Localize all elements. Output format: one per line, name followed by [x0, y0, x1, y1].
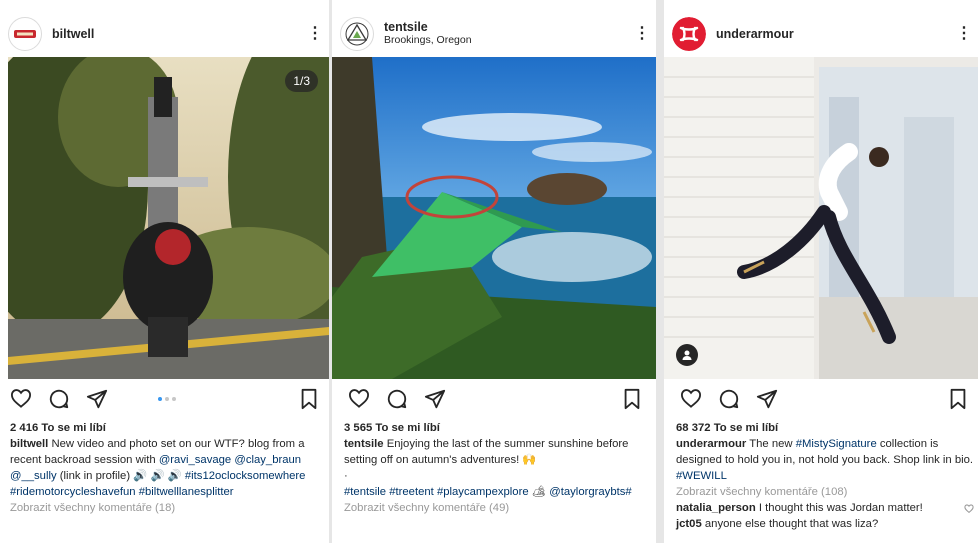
like-count[interactable]: 3 565 To se mi líbí: [344, 420, 648, 436]
view-all-comments-link[interactable]: Zobrazit všechny komentáře (108): [676, 484, 974, 500]
like-count[interactable]: 2 416 To se mi líbí: [10, 420, 321, 436]
caption-text: The new: [749, 438, 793, 450]
post-tentsile: tentsile Brookings, Oregon ⋮ 3 565 To se…: [332, 0, 656, 543]
caption-hashtags: #tentsile #treetent #playcampexplore 🏕 @…: [344, 484, 648, 500]
post-header: underarmour ⋮: [672, 14, 972, 54]
post-image[interactable]: 1/3: [8, 57, 329, 379]
share-icon[interactable]: [424, 388, 446, 415]
comment-item: natalia_person I thought this was Jordan…: [676, 500, 974, 516]
bookmark-icon[interactable]: [299, 388, 319, 415]
username[interactable]: underarmour: [716, 27, 956, 41]
location-link[interactable]: Brookings, Oregon: [384, 34, 634, 47]
more-icon[interactable]: ⋮: [307, 26, 323, 42]
comment-icon[interactable]: [386, 388, 408, 415]
emoji: 🔊 🔊 🔊: [133, 470, 182, 482]
username[interactable]: tentsile: [384, 21, 634, 34]
share-icon[interactable]: [86, 388, 108, 415]
caption-bullet: ·: [344, 470, 348, 482]
hashtag-link[interactable]: #WEWILL: [676, 470, 727, 482]
action-bar: [340, 388, 646, 414]
comment-username[interactable]: natalia_person: [676, 502, 756, 514]
action-bar: [672, 388, 968, 414]
bookmark-icon[interactable]: [948, 388, 968, 415]
comment-username[interactable]: jct05: [676, 518, 702, 530]
caption-username[interactable]: underarmour: [676, 438, 746, 450]
share-icon[interactable]: [756, 388, 778, 415]
username[interactable]: biltwell: [52, 27, 307, 41]
action-bar: [8, 388, 319, 414]
bookmark-icon[interactable]: [622, 388, 642, 415]
caption: underarmour The new #MistySignature coll…: [676, 436, 974, 484]
emoji: 🏕: [531, 486, 547, 498]
comment-text: anyone else thought that was liza?: [704, 518, 879, 530]
caption-text: (link in profile): [59, 470, 131, 482]
caption-username[interactable]: biltwell: [10, 438, 48, 450]
heart-icon[interactable]: [348, 388, 370, 413]
post-header: tentsile Brookings, Oregon ⋮: [340, 14, 650, 54]
comment-item: jct05 anyone else thought that was liza?: [676, 516, 974, 532]
heart-icon[interactable]: [680, 388, 702, 413]
post-header: biltwell ⋮: [8, 14, 323, 54]
post-meta: 68 372 To se mi líbí underarmour The new…: [676, 420, 974, 532]
caption-text: Enjoying the last of the summer sunshine…: [344, 438, 629, 466]
emoji: 🙌: [522, 454, 537, 466]
column-divider: [656, 0, 664, 543]
comment-icon[interactable]: [718, 388, 740, 415]
post-image[interactable]: [332, 57, 656, 379]
view-all-comments-link[interactable]: Zobrazit všechny komentáře (49): [344, 500, 648, 516]
avatar-underarmour[interactable]: [672, 17, 706, 51]
post-meta: 2 416 To se mi líbí biltwell New video a…: [10, 420, 321, 516]
post-image[interactable]: [664, 57, 978, 379]
hashtag-link[interactable]: #biltwelllanesplitter: [139, 486, 234, 498]
mention-link[interactable]: @taylorgraybts#: [549, 486, 631, 498]
carousel-indicator: [158, 397, 176, 401]
more-icon[interactable]: ⋮: [956, 26, 972, 42]
heart-icon[interactable]: [10, 388, 32, 413]
comment-icon[interactable]: [48, 388, 70, 415]
avatar-tentsile[interactable]: [340, 17, 374, 51]
mention-link[interactable]: @__sully: [10, 470, 57, 482]
post-biltwell: biltwell ⋮ 1/3 2 416 To se mi líbí biltw…: [0, 0, 329, 543]
mention-link[interactable]: @clay_braun: [234, 454, 301, 466]
carousel-dot: [165, 397, 169, 401]
caption-username[interactable]: tentsile: [344, 438, 384, 450]
comment-text: I thought this was Jordan matter!: [758, 502, 923, 514]
caption: tentsile Enjoying the last of the summer…: [344, 436, 648, 468]
tagged-user-icon[interactable]: [676, 344, 698, 366]
hashtag-link[interactable]: #MistySignature: [796, 438, 877, 450]
like-count[interactable]: 68 372 To se mi líbí: [676, 420, 974, 436]
post-underarmour: underarmour ⋮ 68 372 To se mi líbí under…: [664, 0, 978, 543]
mention-link[interactable]: @ravi_savage: [159, 454, 231, 466]
carousel-dot: [158, 397, 162, 401]
caption: biltwell New video and photo set on our …: [10, 438, 305, 498]
hashtag-link[interactable]: #tentsile #treetent #playcampexplore: [344, 486, 529, 498]
post-meta: 3 565 To se mi líbí tentsile Enjoying th…: [344, 420, 648, 516]
carousel-counter: 1/3: [285, 70, 318, 92]
view-all-comments-link[interactable]: Zobrazit všechny komentáře (18): [10, 500, 321, 516]
carousel-dot: [172, 397, 176, 401]
avatar-biltwell[interactable]: [8, 17, 42, 51]
more-icon[interactable]: ⋮: [634, 26, 650, 42]
